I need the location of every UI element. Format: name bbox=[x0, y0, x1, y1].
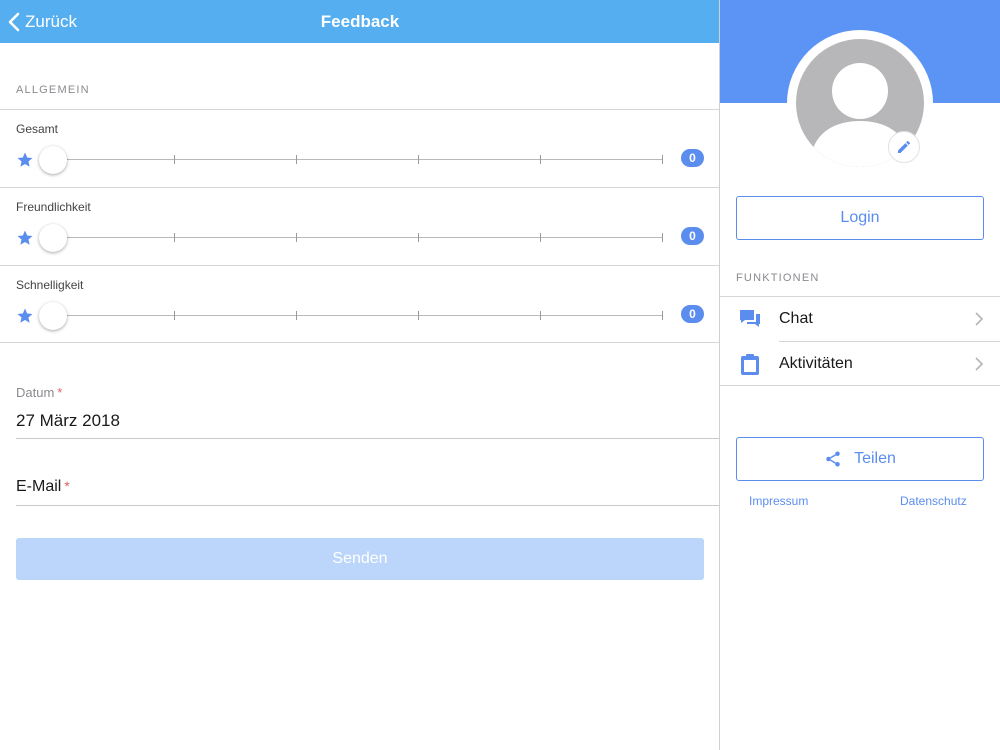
date-field[interactable]: 27 März 2018 bbox=[16, 411, 120, 431]
rating-row-friendliness: Freundlichkeit 0 bbox=[0, 188, 720, 265]
star-icon bbox=[17, 152, 33, 167]
rating-label: Gesamt bbox=[16, 122, 59, 136]
email-label-text: E-Mail bbox=[16, 478, 62, 495]
chevron-right-icon bbox=[975, 357, 984, 371]
rating-label: Schnelligkeit bbox=[16, 278, 84, 292]
share-icon bbox=[826, 451, 840, 467]
slider-tick bbox=[296, 311, 297, 320]
slider-tick bbox=[662, 233, 663, 242]
rating-label: Freundlichkeit bbox=[16, 200, 91, 214]
privacy-link[interactable]: Datenschutz bbox=[900, 494, 967, 508]
slider-tick bbox=[174, 155, 175, 164]
rating-slider-track[interactable] bbox=[52, 155, 663, 164]
menu-item-chat[interactable]: Chat bbox=[720, 297, 1000, 341]
rating-value-badge: 0 bbox=[681, 149, 704, 167]
page-title: Feedback bbox=[320, 12, 400, 31]
divider bbox=[0, 342, 720, 343]
pencil-icon bbox=[898, 140, 911, 153]
slider-tick bbox=[296, 233, 297, 242]
feedback-pane: Zurück Feedback ALLGEMEIN Gesamt 0 Freun… bbox=[0, 0, 720, 750]
login-button[interactable]: Login bbox=[736, 196, 984, 240]
section-header-general: ALLGEMEIN bbox=[16, 84, 90, 96]
slider-tick bbox=[540, 311, 541, 320]
rating-slider-thumb[interactable] bbox=[39, 302, 67, 330]
menu-item-activities[interactable]: Aktivitäten bbox=[720, 342, 1000, 386]
slider-tick bbox=[174, 311, 175, 320]
clipboard-icon bbox=[741, 354, 759, 375]
divider bbox=[720, 385, 1000, 386]
slider-tick bbox=[662, 155, 663, 164]
slider-tick bbox=[418, 233, 419, 242]
date-label-text: Datum bbox=[16, 385, 55, 400]
chat-icon bbox=[740, 310, 760, 327]
email-field-underline bbox=[16, 505, 720, 506]
edit-avatar-button[interactable] bbox=[888, 131, 920, 163]
impressum-link[interactable]: Impressum bbox=[749, 494, 808, 508]
rating-row-overall: Gesamt 0 bbox=[0, 110, 720, 187]
slider-tick bbox=[418, 311, 419, 320]
required-mark: * bbox=[57, 385, 63, 400]
rating-slider-track[interactable] bbox=[52, 233, 663, 242]
menu-item-label: Aktivitäten bbox=[779, 355, 853, 372]
rating-slider-thumb[interactable] bbox=[39, 146, 67, 174]
app-root: Zurück Feedback ALLGEMEIN Gesamt 0 Freun… bbox=[0, 0, 1000, 750]
chevron-right-icon bbox=[975, 312, 984, 326]
rating-slider-thumb[interactable] bbox=[39, 224, 67, 252]
rating-value-badge: 0 bbox=[681, 305, 704, 323]
send-button[interactable]: Senden bbox=[16, 538, 704, 580]
slider-tick bbox=[540, 233, 541, 242]
slider-tick bbox=[174, 233, 175, 242]
share-label: Teilen bbox=[854, 450, 896, 467]
sidebar: Login FUNKTIONEN Chat Aktivitäten Teilen… bbox=[720, 0, 1000, 750]
star-icon bbox=[17, 230, 33, 245]
slider-tick bbox=[662, 311, 663, 320]
email-field[interactable]: E-Mail * bbox=[16, 478, 70, 496]
date-field-label: Datum * bbox=[16, 385, 62, 400]
star-icon bbox=[17, 308, 33, 323]
section-header-functions: FUNKTIONEN bbox=[736, 272, 820, 284]
slider-tick bbox=[418, 155, 419, 164]
required-mark: * bbox=[64, 478, 70, 494]
slider-tick bbox=[540, 155, 541, 164]
rating-row-speed: Schnelligkeit 0 bbox=[0, 266, 720, 343]
slider-tick bbox=[296, 155, 297, 164]
rating-slider-track[interactable] bbox=[52, 311, 663, 320]
navigation-bar: Zurück Feedback bbox=[0, 0, 720, 43]
rating-value-badge: 0 bbox=[681, 227, 704, 245]
share-button[interactable]: Teilen bbox=[736, 437, 984, 481]
menu-item-label: Chat bbox=[779, 310, 813, 327]
date-field-underline bbox=[16, 438, 720, 439]
